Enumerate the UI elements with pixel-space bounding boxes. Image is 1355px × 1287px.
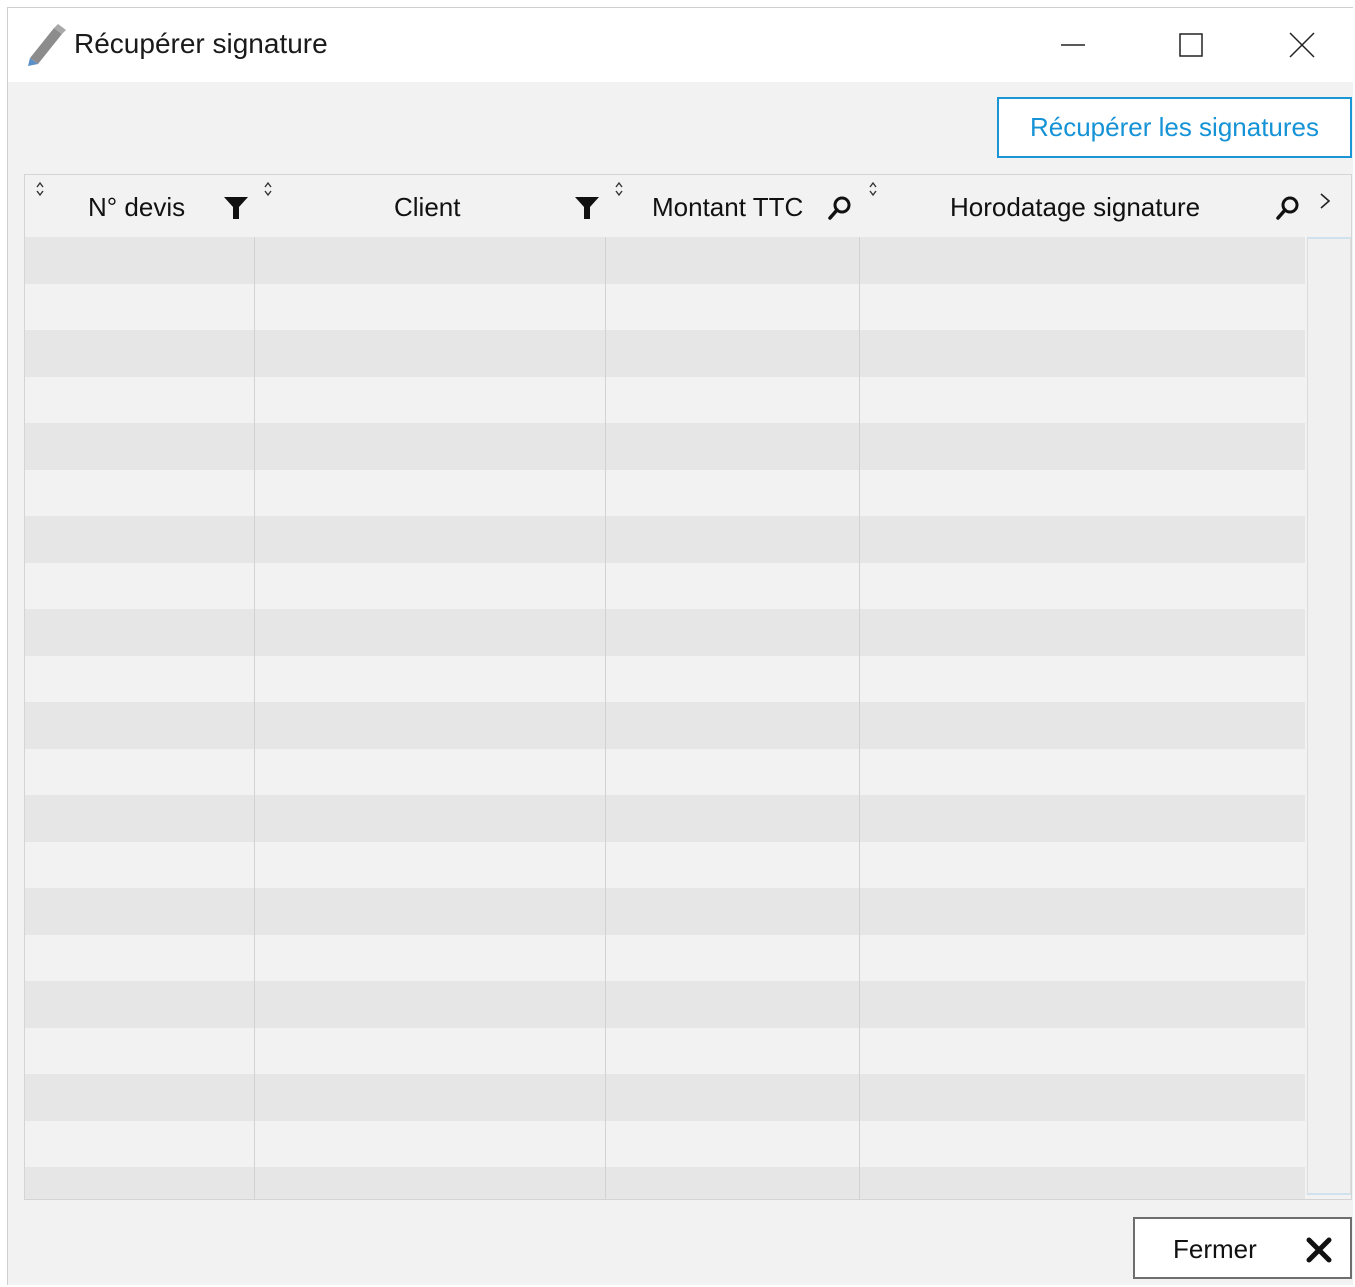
table-row[interactable]: [25, 330, 1305, 377]
search-icon[interactable]: [827, 195, 853, 221]
column-header-horodatage[interactable]: Horodatage signature: [859, 175, 1305, 237]
table-row[interactable]: [25, 237, 1305, 284]
column-label: N° devis: [88, 192, 186, 222]
close-icon: [1289, 32, 1315, 58]
table-row[interactable]: [25, 609, 1305, 656]
minimize-icon: [1061, 44, 1085, 46]
fetch-signatures-button[interactable]: Récupérer les signatures: [997, 97, 1352, 158]
column-header-montant[interactable]: Montant TTC: [605, 175, 859, 237]
column-label: Montant TTC: [652, 192, 804, 222]
x-icon: [1306, 1237, 1332, 1263]
vertical-scrollbar[interactable]: [1307, 237, 1351, 1195]
pencil-icon: [28, 24, 66, 66]
filter-icon[interactable]: [574, 195, 600, 221]
table-row[interactable]: [25, 516, 1305, 563]
maximize-button[interactable]: [1132, 8, 1250, 82]
maximize-icon: [1179, 33, 1203, 57]
column-divider: [859, 237, 860, 1199]
close-button[interactable]: Fermer: [1133, 1217, 1352, 1279]
table-row[interactable]: [25, 795, 1305, 842]
table-row[interactable]: [25, 376, 1305, 423]
sort-icon[interactable]: [35, 181, 45, 197]
close-window-button[interactable]: [1250, 8, 1354, 82]
table-row[interactable]: [25, 702, 1305, 749]
table-row[interactable]: [25, 423, 1305, 470]
table-row[interactable]: [25, 655, 1305, 702]
window-title: Récupérer signature: [74, 28, 328, 59]
column-divider: [254, 237, 255, 1199]
table-row[interactable]: [25, 888, 1305, 935]
minimize-button[interactable]: [1014, 8, 1132, 82]
signatures-grid: N° devis Client Montant TTC Horodatage s…: [24, 174, 1352, 1200]
title-bar: Récupérer signature: [8, 8, 1353, 82]
search-icon[interactable]: [1275, 195, 1301, 221]
table-row[interactable]: [25, 1074, 1305, 1121]
column-label: Client: [394, 192, 461, 222]
table-row[interactable]: [25, 981, 1305, 1028]
table-row[interactable]: [25, 283, 1305, 330]
grid-body: [25, 237, 1305, 1199]
sort-icon[interactable]: [263, 181, 273, 197]
filter-icon[interactable]: [223, 195, 249, 221]
table-row[interactable]: [25, 934, 1305, 981]
grid-header: N° devis Client Montant TTC Horodatage s…: [25, 175, 1351, 237]
table-row[interactable]: [25, 748, 1305, 795]
close-button-label: Fermer: [1173, 1234, 1257, 1264]
column-header-client[interactable]: Client: [254, 175, 605, 237]
dialog-window: Récupérer signature Récupérer les signat…: [7, 7, 1353, 1285]
table-row[interactable]: [25, 469, 1305, 516]
column-divider: [605, 237, 606, 1199]
table-row[interactable]: [25, 1167, 1305, 1199]
sort-icon[interactable]: [868, 181, 878, 197]
column-label: Horodatage signature: [950, 192, 1201, 222]
chevron-right-icon[interactable]: [1317, 191, 1333, 211]
table-row[interactable]: [25, 1120, 1305, 1167]
column-header-devis[interactable]: N° devis: [25, 175, 254, 237]
table-row[interactable]: [25, 841, 1305, 888]
table-row[interactable]: [25, 562, 1305, 609]
table-row[interactable]: [25, 1027, 1305, 1074]
sort-icon[interactable]: [614, 181, 624, 197]
